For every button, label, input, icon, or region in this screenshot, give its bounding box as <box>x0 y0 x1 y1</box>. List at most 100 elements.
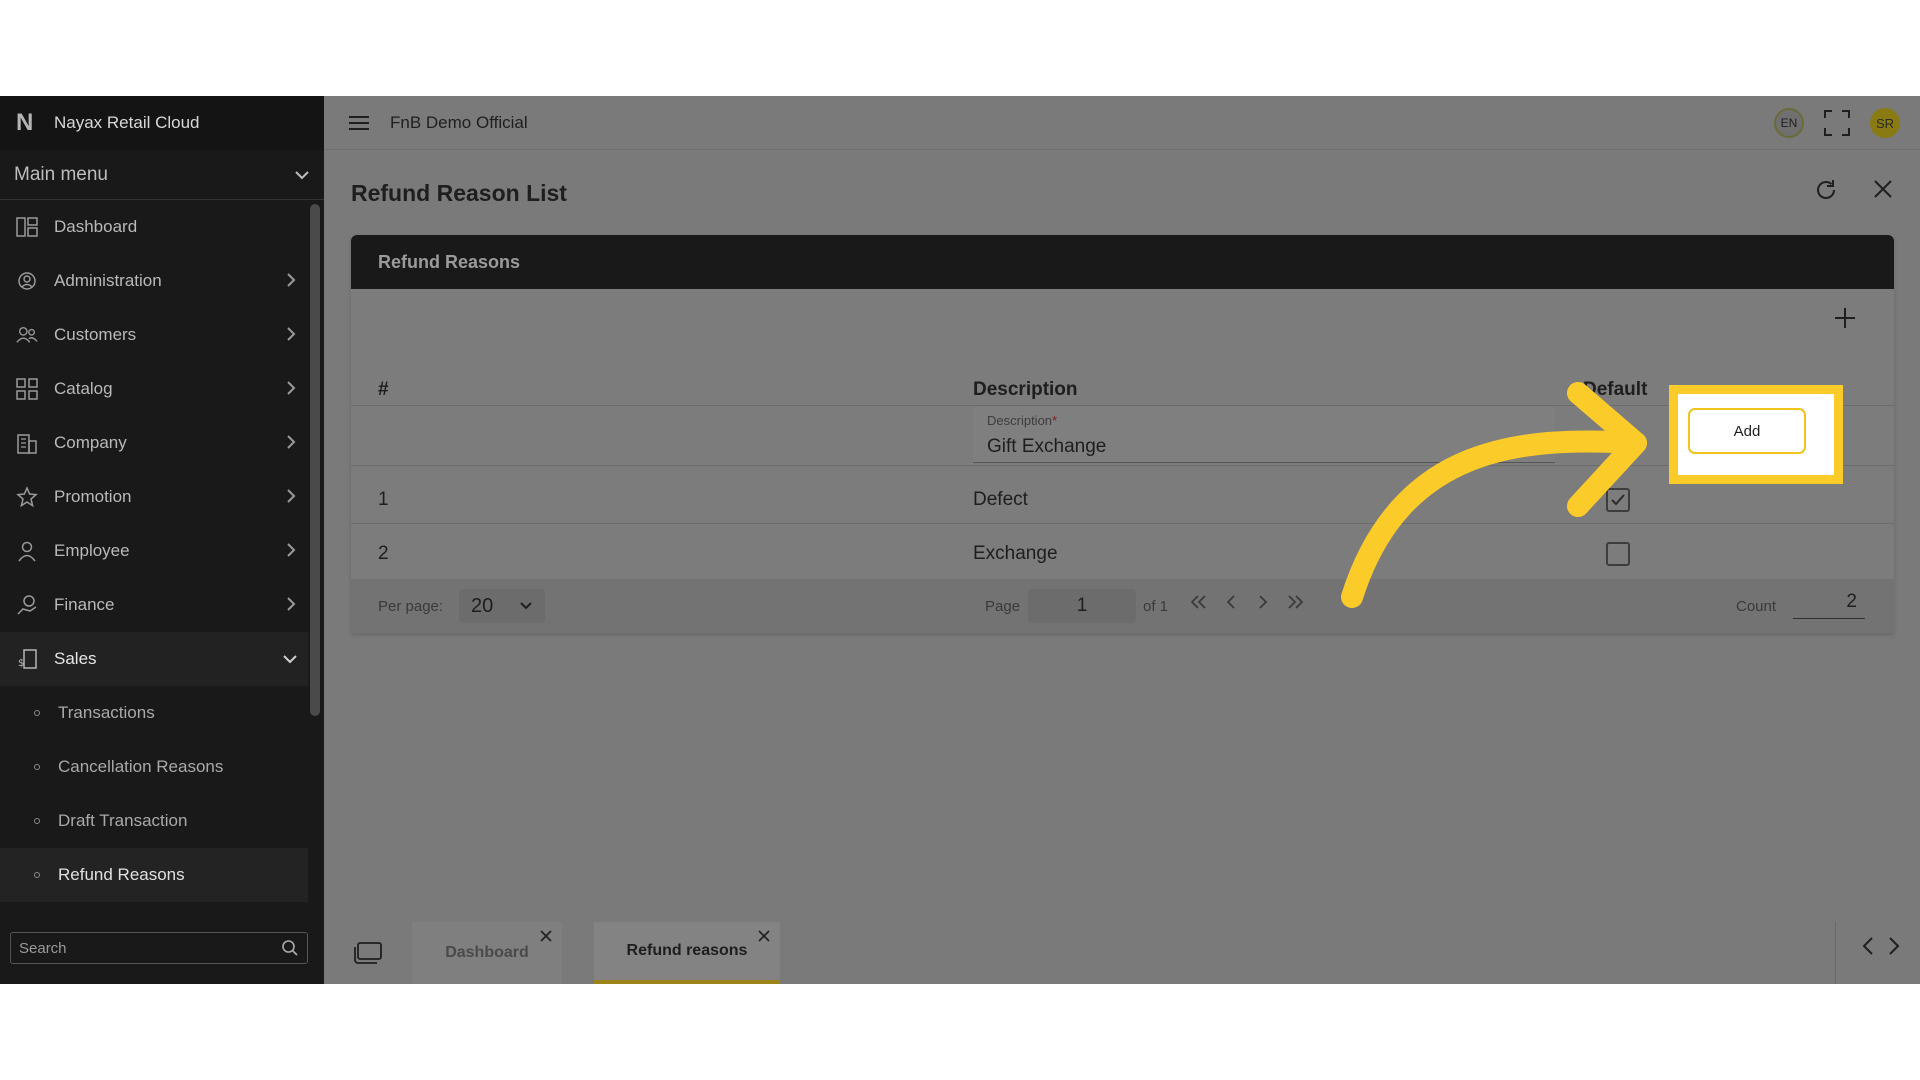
row-1-number: 1 <box>378 489 389 510</box>
brand-header: N Nayax Retail Cloud <box>0 96 324 150</box>
count-label: Count <box>1736 598 1777 615</box>
fullscreen-icon[interactable] <box>1824 110 1850 136</box>
divider <box>351 405 1894 406</box>
page-of-label: of 1 <box>1143 598 1169 615</box>
main-menu-toggle[interactable]: Main menu <box>0 150 324 200</box>
first-page-icon[interactable] <box>1189 593 1209 611</box>
main-menu-label: Main menu <box>14 163 108 185</box>
users-icon <box>16 324 38 346</box>
pagination-controls <box>1189 593 1305 611</box>
sidebar-item-label: Finance <box>54 595 115 614</box>
divider <box>1835 922 1836 984</box>
sidebar-item-label: Company <box>54 433 127 452</box>
description-field[interactable]: Description* Gift Exchange <box>973 407 1555 463</box>
chevron-down-icon <box>520 602 532 610</box>
description-input-value[interactable]: Gift Exchange <box>987 436 1541 458</box>
card-title: Refund Reasons <box>351 235 1894 289</box>
row-2-default-checkbox[interactable] <box>1606 542 1630 566</box>
finance-icon <box>16 594 38 616</box>
star-icon <box>16 486 38 508</box>
required-mark: * <box>1052 413 1058 428</box>
sidebar-subitem-label: Cancellation Reasons <box>58 757 224 776</box>
chevron-right-icon <box>287 273 296 287</box>
dashboard-icon <box>16 216 38 238</box>
sidebar-item-label: Administration <box>54 271 162 290</box>
tab-refund-reasons[interactable]: Refund reasons <box>594 922 780 984</box>
page-number-input[interactable]: 1 <box>1028 589 1136 623</box>
bullet-icon <box>34 818 40 824</box>
chevron-right-icon[interactable] <box>1888 936 1900 956</box>
tab-label: Dashboard <box>445 944 529 961</box>
page-label: Page <box>985 598 1021 615</box>
brand-name: Nayax Retail Cloud <box>54 113 200 132</box>
chevron-left-icon[interactable] <box>1862 936 1874 956</box>
building-icon <box>16 432 38 454</box>
refresh-icon[interactable] <box>1814 178 1838 202</box>
page-title: Refund Reason List <box>351 180 567 206</box>
hamburger-menu-icon[interactable] <box>348 114 370 132</box>
sidebar-item-administration[interactable]: Administration <box>0 254 308 308</box>
sidebar-search <box>10 932 308 964</box>
chevron-right-icon <box>287 327 296 341</box>
search-icon[interactable] <box>281 939 299 957</box>
add-plus-icon[interactable] <box>1834 307 1856 329</box>
close-icon[interactable] <box>1872 178 1894 200</box>
column-header-description[interactable]: Description <box>973 379 1078 401</box>
sidebar-item-employee[interactable]: Employee <box>0 524 308 578</box>
svg-text:$: $ <box>18 658 24 669</box>
sidebar-subitem-cancellation-reasons[interactable]: Cancellation Reasons <box>0 740 308 794</box>
sidebar-item-sales[interactable]: $ Sales <box>0 632 308 686</box>
sidebar-item-dashboard[interactable]: Dashboard <box>0 200 308 254</box>
divider <box>351 465 1894 466</box>
bullet-icon <box>34 872 40 878</box>
sidebar-subitem-transactions[interactable]: Transactions <box>0 686 308 740</box>
field-label-text: Description <box>987 413 1053 428</box>
chevron-right-icon <box>287 489 296 503</box>
add-button[interactable]: Add <box>1688 408 1806 454</box>
per-page-select[interactable]: 20 <box>459 589 545 623</box>
user-avatar[interactable]: SR <box>1870 108 1900 138</box>
sidebar-subitem-refund-reasons[interactable]: Refund Reasons <box>0 848 308 902</box>
chevron-right-icon <box>287 381 296 395</box>
last-page-icon[interactable] <box>1285 593 1305 611</box>
row-1-default-checkbox[interactable] <box>1606 488 1630 512</box>
count-value: 2 <box>1793 591 1865 619</box>
tab-label: Refund reasons <box>626 942 748 959</box>
chevron-down-icon <box>295 170 309 179</box>
column-header-number: # <box>378 379 389 400</box>
sidebar-search-input[interactable] <box>19 939 281 957</box>
sidebar-scrollbar[interactable] <box>310 204 320 716</box>
column-header-default[interactable]: Default <box>1583 379 1647 401</box>
refund-reasons-card: Refund Reasons # Description Default Des… <box>351 235 1894 633</box>
previous-page-icon[interactable] <box>1221 593 1241 611</box>
sidebar-item-finance[interactable]: Finance <box>0 578 308 632</box>
chevron-right-icon <box>287 543 296 557</box>
close-tab-icon[interactable] <box>758 930 770 942</box>
top-bar: FnB Demo Official EN SR <box>324 96 1920 150</box>
sidebar-item-company[interactable]: Company <box>0 416 308 470</box>
gear-user-icon <box>16 270 38 292</box>
close-tab-icon[interactable] <box>540 930 552 942</box>
row-2-number: 2 <box>378 543 389 564</box>
sidebar-item-customers[interactable]: Customers <box>0 308 308 362</box>
sidebar-item-label: Sales <box>54 649 97 668</box>
app-window: N Nayax Retail Cloud Main menu Dashboard… <box>0 96 1920 984</box>
chevron-right-icon <box>287 597 296 611</box>
sidebar-subitem-draft-transaction[interactable]: Draft Transaction <box>0 794 308 848</box>
sidebar-item-label: Dashboard <box>54 217 138 236</box>
checkmark-icon <box>1611 494 1625 506</box>
highlight-box: Add <box>1669 385 1843 484</box>
chevron-right-icon <box>287 435 296 449</box>
menu-list: Dashboard Administration Customers Catal… <box>0 200 308 902</box>
sidebar-item-catalog[interactable]: Catalog <box>0 362 308 416</box>
tab-dashboard[interactable]: Dashboard <box>412 922 562 984</box>
row-1-description: Defect <box>973 489 1028 510</box>
sidebar-item-label: Customers <box>54 325 137 344</box>
next-page-icon[interactable] <box>1253 593 1273 611</box>
windows-icon[interactable] <box>354 942 382 964</box>
company-name: FnB Demo Official <box>390 112 528 132</box>
sidebar-item-promotion[interactable]: Promotion <box>0 470 308 524</box>
description-field-label: Description* <box>987 413 1541 428</box>
sidebar-subitem-label: Draft Transaction <box>58 811 188 830</box>
language-switcher[interactable]: EN <box>1774 108 1804 138</box>
